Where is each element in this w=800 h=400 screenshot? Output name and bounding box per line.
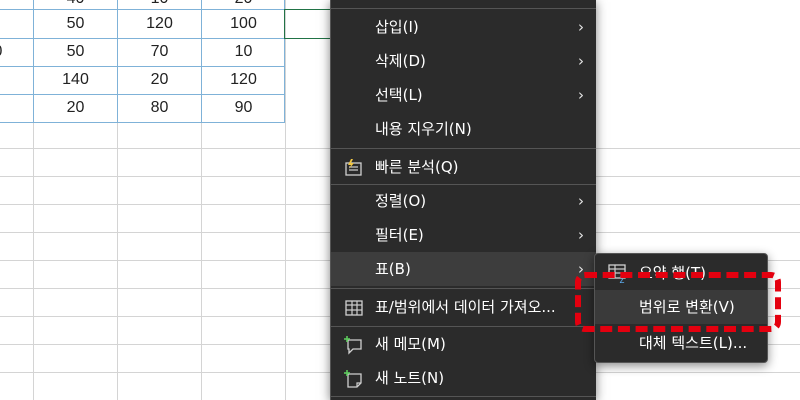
table-import-icon [345,300,363,316]
menu-item-label: 필터(E) [375,226,424,244]
table-cell[interactable]: 20 [118,67,201,93]
new-comment-icon [344,336,362,355]
menu-item-label: 표(B) [375,260,411,278]
table-cell[interactable]: 10 [202,39,285,65]
menu-item-clear-contents[interactable]: 내용 지우기(N) [331,112,596,146]
chevron-right-icon: › [578,226,584,244]
menu-item-get-data-from-table[interactable]: 표/범위에서 데이터 가져오... [331,290,596,324]
menu-separator [331,8,596,9]
menu-separator [331,288,596,289]
table-cell[interactable]: 140 [34,67,117,93]
table-cell[interactable]: 50 [34,39,117,65]
menu-item-label: 내용 지우기(N) [375,120,472,138]
chevron-right-icon: › [578,18,584,36]
menu-item-insert[interactable]: 삽입(I) › [331,10,596,44]
menu-item-label: 새 메모(M) [375,335,446,353]
menu-item-label: 새 노트(N) [375,369,445,387]
menu-item-label: 표/범위에서 데이터 가져오... [375,298,556,316]
active-cell[interactable] [284,9,332,39]
highlight-annotation [575,272,781,332]
table-cell[interactable]: 100 [202,11,285,37]
table-cell[interactable]: 120 [202,67,285,93]
table-cell[interactable]: 80 [118,95,201,121]
menu-item-table[interactable]: 표(B) › [331,252,596,286]
chevron-right-icon: › [578,192,584,210]
menu-item-label: 빠른 분석(Q) [375,158,459,176]
context-menu: 삽입(I) › 삭제(D) › 선택(L) › 내용 지우기(N) 빠른 분석(… [330,0,596,400]
table-cell[interactable]: 70 [118,39,201,65]
chevron-right-icon: › [578,52,584,70]
menu-item-filter[interactable]: 필터(E) › [331,218,596,252]
table-cell[interactable]: 0 [0,39,6,65]
quick-analysis-icon [345,159,362,176]
menu-item-label: 삭제(D) [375,52,426,70]
menu-separator [331,148,596,149]
gridline [285,0,286,400]
menu-item-sort[interactable]: 정렬(O) › [331,184,596,218]
table-cell[interactable]: 120 [118,11,201,37]
menu-item-label: 선택(L) [375,86,423,104]
table-cell[interactable]: 50 [34,11,117,37]
table-cell[interactable]: 90 [202,95,285,121]
menu-item-label: 삽입(I) [375,18,419,36]
menu-item-quick-analysis[interactable]: 빠른 분석(Q) [331,150,596,184]
table-border [0,122,285,123]
menu-separator [331,396,596,397]
menu-item-select[interactable]: 선택(L) › [331,78,596,112]
table-cell[interactable]: 20 [34,95,117,121]
menu-item-delete[interactable]: 삭제(D) › [331,44,596,78]
menu-item-new-note[interactable]: 새 노트(N) [331,361,596,395]
menu-item-label: 정렬(O) [375,192,427,210]
new-note-icon [344,370,362,388]
menu-item-new-comment[interactable]: 새 메모(M) [331,327,596,361]
chevron-right-icon: › [578,86,584,104]
